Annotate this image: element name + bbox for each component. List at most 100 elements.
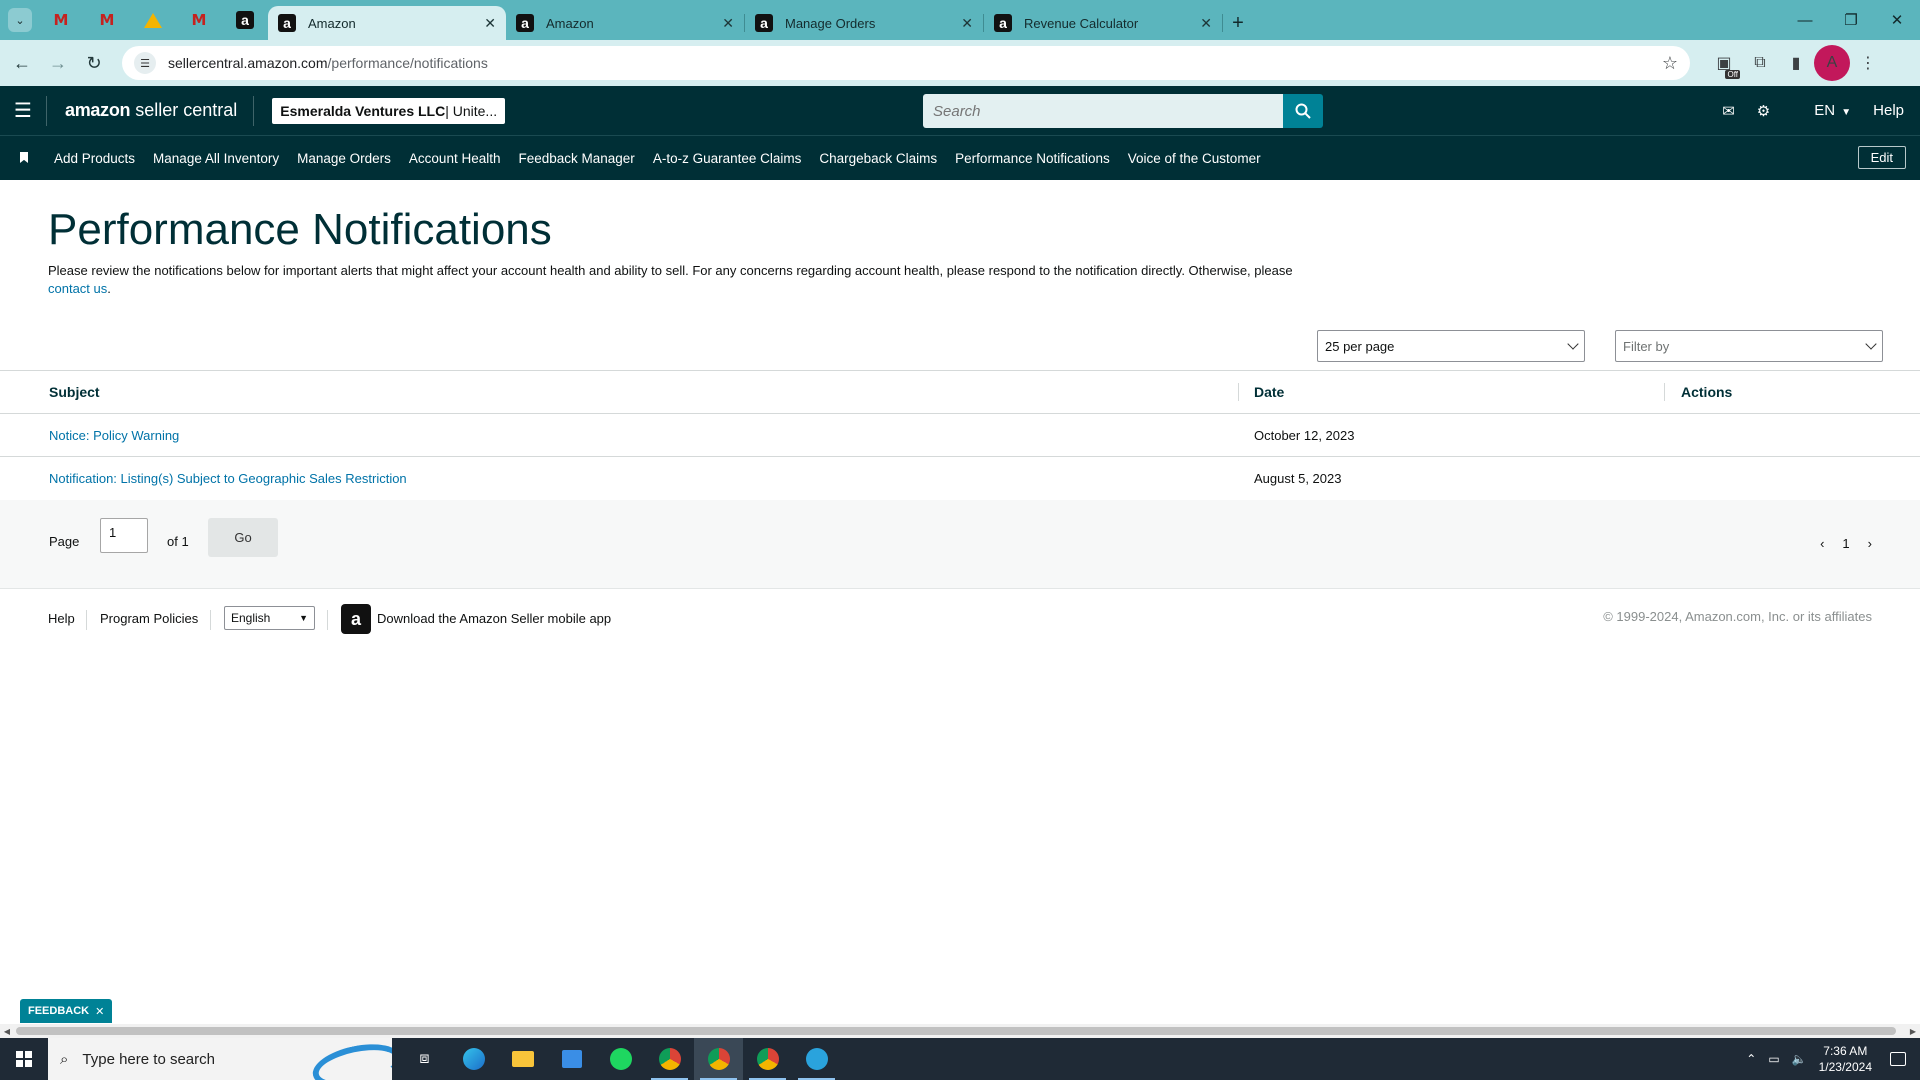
search-input[interactable] — [923, 94, 1283, 128]
hamburger-menu-icon[interactable]: ☰ — [0, 86, 46, 135]
help-link[interactable]: Help — [1873, 102, 1904, 119]
edit-nav-button[interactable]: Edit — [1857, 146, 1906, 169]
notifications-table: Subject Date Actions Notice: Policy Warn… — [0, 370, 1920, 501]
nav-manage-all-inventory[interactable]: Manage All Inventory — [153, 151, 279, 166]
restore-icon[interactable]: ❐ — [1828, 0, 1874, 40]
nav-add-products[interactable]: Add Products — [54, 151, 135, 166]
nav-a-to-z-claims[interactable]: A-to-z Guarantee Claims — [653, 151, 802, 166]
spotify-icon[interactable] — [596, 1038, 645, 1080]
pinned-tab-gmail-1[interactable]: M — [38, 0, 84, 40]
seller-central-logo[interactable]: amazon seller central — [65, 100, 237, 121]
notification-subject-link[interactable]: Notice: Policy Warning — [49, 428, 179, 443]
extension-badge: Off — [1725, 70, 1740, 79]
chrome-profile-icon[interactable] — [694, 1038, 743, 1080]
extension-off-icon[interactable]: ▣ Off — [1706, 45, 1742, 81]
browser-tab-4[interactable]: a Revenue Calculator ✕ — [984, 6, 1222, 40]
amazon-icon: a — [755, 14, 773, 32]
edge-icon[interactable] — [449, 1038, 498, 1080]
taskbar-search[interactable]: ⌕ Type here to search — [48, 1038, 392, 1080]
close-icon[interactable]: ✕ — [95, 1005, 104, 1018]
search-highlight-graphic — [308, 1038, 392, 1080]
chevron-left-icon[interactable]: ‹ — [1820, 536, 1824, 551]
header-date[interactable]: Date — [1254, 384, 1284, 400]
chevron-right-icon[interactable]: › — [1868, 536, 1872, 551]
settings-gear-icon[interactable]: ⚙ — [1757, 102, 1770, 120]
browser-tab-2[interactable]: a Amazon ✕ — [506, 6, 744, 40]
language-selector[interactable]: EN ▼ — [1792, 102, 1851, 119]
footer-language-select[interactable]: English ▼ — [224, 606, 315, 630]
telegram-icon[interactable] — [792, 1038, 841, 1080]
browser-menu-icon[interactable]: ⋮ — [1850, 45, 1886, 81]
profile-avatar[interactable]: A — [1814, 45, 1850, 81]
clock[interactable]: 7:36 AM 1/23/2024 — [1819, 1043, 1872, 1075]
site-info-icon[interactable]: ☰ — [134, 52, 156, 74]
side-panel-icon[interactable]: ▮ — [1778, 45, 1814, 81]
mail-icon[interactable]: ✉ — [1722, 102, 1735, 120]
forward-icon[interactable]: → — [40, 45, 76, 81]
contact-us-link[interactable]: contact us — [48, 281, 107, 296]
url-host: sellercentral.amazon.com — [168, 55, 328, 71]
account-switcher[interactable]: Esmeralda Ventures LLC | Unite... — [272, 97, 506, 124]
pinned-tab-drive[interactable] — [130, 0, 176, 40]
account-marketplace: | Unite... — [445, 102, 498, 119]
current-page[interactable]: 1 — [1842, 536, 1849, 551]
scrollbar-thumb[interactable] — [16, 1027, 1896, 1035]
close-window-icon[interactable]: ✕ — [1874, 0, 1920, 40]
scroll-left-icon[interactable]: ◀ — [0, 1024, 14, 1038]
volume-icon[interactable]: 🔈 — [1792, 1052, 1807, 1066]
tab-search-icon[interactable]: ⌄ — [8, 8, 32, 32]
amazon-app-icon[interactable]: a — [341, 604, 371, 634]
start-button[interactable] — [0, 1038, 48, 1080]
close-icon[interactable]: ✕ — [484, 15, 496, 32]
store-icon[interactable] — [547, 1038, 596, 1080]
minimize-icon[interactable]: — — [1782, 0, 1828, 40]
address-bar[interactable]: ☰ sellercentral.amazon.com/performance/n… — [122, 46, 1690, 80]
header-subject[interactable]: Subject — [49, 384, 100, 400]
horizontal-scrollbar[interactable]: ◀ ▶ — [0, 1024, 1920, 1038]
column-resizer[interactable] — [1238, 383, 1239, 401]
notifications-icon[interactable] — [1890, 1052, 1906, 1066]
per-page-select[interactable]: 25 per page — [1317, 330, 1585, 362]
extensions-puzzle-icon[interactable]: ⧉ — [1742, 45, 1778, 81]
url-text[interactable]: sellercentral.amazon.com/performance/not… — [168, 55, 1662, 71]
close-icon[interactable]: ✕ — [961, 15, 973, 32]
footer-divider — [86, 610, 87, 630]
nav-feedback-manager[interactable]: Feedback Manager — [518, 151, 634, 166]
download-app-link[interactable]: Download the Amazon Seller mobile app — [377, 611, 611, 626]
browser-tab-3[interactable]: a Manage Orders ✕ — [745, 6, 983, 40]
page-number-input[interactable]: 1 — [100, 518, 148, 553]
pinned-tab-gmail-2[interactable]: M — [84, 0, 130, 40]
nav-performance-notifications[interactable]: Performance Notifications — [955, 151, 1110, 166]
new-tab-button[interactable]: + — [1223, 6, 1253, 40]
pinned-tab-gmail-3[interactable]: M — [176, 0, 222, 40]
close-icon[interactable]: ✕ — [722, 15, 734, 32]
browser-tab-1[interactable]: a Amazon ✕ — [268, 6, 506, 40]
chrome-icon[interactable] — [645, 1038, 694, 1080]
chrome-icon[interactable] — [743, 1038, 792, 1080]
notification-date: October 12, 2023 — [1254, 427, 1355, 443]
search-button[interactable] — [1283, 94, 1323, 128]
bookmark-star-icon[interactable]: ☆ — [1662, 53, 1678, 74]
scroll-right-icon[interactable]: ▶ — [1906, 1024, 1920, 1038]
feedback-tab[interactable]: FEEDBACK ✕ — [20, 999, 113, 1023]
notification-subject-link[interactable]: Notification: Listing(s) Subject to Geog… — [49, 471, 407, 486]
close-icon[interactable]: ✕ — [1200, 15, 1212, 32]
column-resizer[interactable] — [1664, 383, 1665, 401]
footer-program-policies-link[interactable]: Program Policies — [100, 611, 198, 626]
file-explorer-icon[interactable] — [498, 1038, 547, 1080]
reload-icon[interactable]: ↻ — [76, 45, 112, 81]
chevron-up-icon[interactable]: ⌃ — [1746, 1052, 1756, 1066]
back-icon[interactable]: ← — [4, 45, 40, 81]
task-view-icon[interactable]: ⧈ — [400, 1038, 449, 1080]
page-nav: ‹ 1 › — [1802, 536, 1872, 551]
nav-account-health[interactable]: Account Health — [409, 151, 501, 166]
network-icon[interactable]: ▭ — [1768, 1052, 1779, 1066]
filter-select[interactable]: Filter by — [1615, 330, 1883, 362]
pinned-tab-amazon[interactable]: a — [222, 0, 268, 40]
nav-manage-orders[interactable]: Manage Orders — [297, 151, 391, 166]
footer-help-link[interactable]: Help — [48, 611, 75, 626]
nav-chargeback-claims[interactable]: Chargeback Claims — [819, 151, 937, 166]
nav-voice-of-customer[interactable]: Voice of the Customer — [1128, 151, 1261, 166]
go-button[interactable]: Go — [208, 518, 278, 557]
bookmark-icon[interactable] — [18, 150, 32, 166]
